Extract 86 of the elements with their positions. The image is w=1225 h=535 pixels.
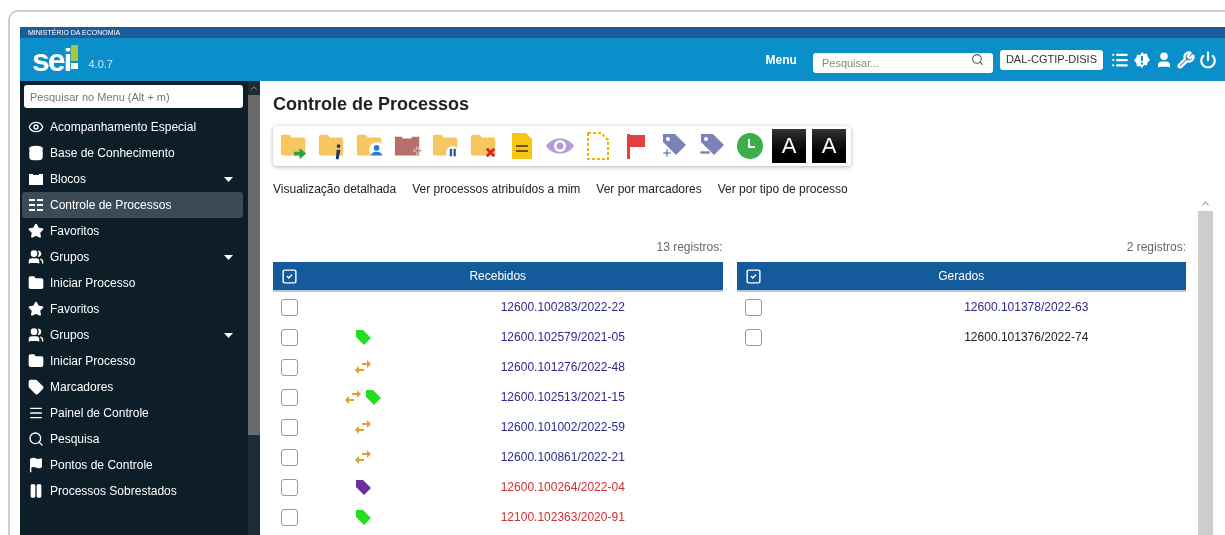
star-icon <box>28 301 44 317</box>
search-field[interactable]: Pesquisar... <box>812 52 993 73</box>
process-link[interactable]: 12600.101378/2022-63 <box>964 298 1089 316</box>
sidebar-item[interactable]: Favoritos <box>22 218 243 244</box>
folder-icon <box>28 275 44 291</box>
pause-icon <box>28 483 44 499</box>
sidebar-item[interactable]: Iniciar Processo <box>22 270 243 296</box>
menu-link[interactable]: Menu <box>765 50 797 69</box>
sidebar-item[interactable]: Marcadores <box>22 374 243 400</box>
row-checkbox[interactable] <box>281 448 298 466</box>
logo[interactable]: sei <box>32 43 71 76</box>
logo-mark-icon <box>71 44 79 69</box>
sidebar-item[interactable]: Painel de Controle <box>22 400 243 426</box>
record-count: 13 registros: <box>655 239 723 256</box>
view-link[interactable]: Ver por marcadores <box>596 180 702 198</box>
sidebar-item[interactable]: Pontos de Controle <box>22 452 243 478</box>
process-link[interactable]: 12600.102579/2021-05 <box>500 328 625 346</box>
row-checkbox[interactable] <box>281 298 298 316</box>
user-icon[interactable] <box>1155 50 1173 69</box>
check-square-icon <box>281 267 298 285</box>
unit-button[interactable]: DAL-CGTIP-DISIS <box>999 49 1103 70</box>
users-icon <box>28 327 44 343</box>
row-checkbox[interactable] <box>744 298 762 316</box>
sidebar-item[interactable]: Grupos <box>22 244 243 270</box>
scroll-thumb[interactable] <box>248 95 260 435</box>
sidebar-item[interactable]: Grupos <box>22 322 243 348</box>
transfer-arrows-icon <box>355 450 371 464</box>
process-link[interactable]: 12600.102513/2021-15 <box>500 388 625 406</box>
block-icon <box>28 171 44 187</box>
transfer-arrows-icon <box>344 390 361 404</box>
eye-icon <box>28 119 44 135</box>
row-checkbox[interactable] <box>281 328 298 346</box>
row-checkbox[interactable] <box>281 508 298 526</box>
font-size-button[interactable]: A <box>772 129 806 163</box>
row-checkbox[interactable] <box>744 328 762 346</box>
sidebar-item[interactable]: Pesquisa <box>22 426 243 452</box>
search-icon[interactable] <box>970 52 984 66</box>
column-heading: Gerados <box>937 268 986 285</box>
scroll-thumb[interactable] <box>1198 211 1213 535</box>
select-all-button[interactable] <box>744 267 762 285</box>
star-icon <box>28 223 44 239</box>
menu-search-field[interactable]: Pesquisar no Menu (Alt + m) <box>24 85 243 108</box>
sidebar-item[interactable]: Acompanhamento Especial <box>22 114 243 140</box>
process-link[interactable]: 12600.100861/2022-21 <box>500 448 625 466</box>
process-link[interactable]: 12600.101376/2022-74 <box>964 328 1089 346</box>
row-checkbox[interactable] <box>281 358 298 376</box>
column-heading: Recebidos <box>468 268 528 285</box>
sidebar-item[interactable]: Blocos <box>22 166 243 192</box>
check-square-icon <box>744 267 762 285</box>
tools-icon[interactable] <box>1177 50 1195 69</box>
version-label: 4.0.7 <box>88 57 113 73</box>
users-icon <box>28 249 44 265</box>
sidebar-item[interactable]: Processos Sobrestados <box>22 478 243 504</box>
process-link[interactable]: 12600.101002/2022-59 <box>500 418 625 436</box>
process-link[interactable]: 12600.100264/2022-04 <box>500 478 625 496</box>
font-size-button[interactable]: A <box>812 129 846 163</box>
grid-icon <box>28 197 44 213</box>
transfer-arrows-icon <box>355 360 371 374</box>
page-title: Controle de Processos <box>273 93 471 116</box>
caret-icon <box>224 176 233 182</box>
process-link[interactable]: 12100.102363/2020-91 <box>500 508 625 526</box>
scroll-up-icon[interactable] <box>249 83 259 93</box>
sidebar-item[interactable]: Iniciar Processo <box>22 348 243 374</box>
select-all-button[interactable] <box>281 267 298 285</box>
lines-icon <box>28 405 44 421</box>
sidebar-item[interactable]: Favoritos <box>22 296 243 322</box>
record-count: 2 registros: <box>1125 239 1186 256</box>
search-icon <box>28 431 44 447</box>
caret-icon <box>224 254 233 260</box>
process-link[interactable]: 12600.101276/2022-48 <box>500 358 625 376</box>
row-checkbox[interactable] <box>281 388 298 406</box>
transfer-arrows-icon <box>355 420 371 434</box>
tag-icon <box>28 379 44 395</box>
view-link[interactable]: Ver processos atribuídos a mim <box>412 180 581 198</box>
power-icon[interactable] <box>1199 50 1217 69</box>
sidebar-item[interactable]: Controle de Processos <box>22 192 243 218</box>
process-link[interactable]: 12600.100283/2022-22 <box>500 298 625 316</box>
caret-icon <box>224 332 233 338</box>
sidebar-item[interactable]: Base de Conhecimento <box>22 140 243 166</box>
row-checkbox[interactable] <box>281 418 298 436</box>
row-checkbox[interactable] <box>281 478 298 496</box>
view-link[interactable]: Ver por tipo de processo <box>717 180 848 198</box>
view-link[interactable]: Visualização detalhada <box>273 180 397 198</box>
alert-icon[interactable] <box>1133 50 1151 69</box>
folder-icon <box>28 353 44 369</box>
flag-icon <box>28 457 44 473</box>
